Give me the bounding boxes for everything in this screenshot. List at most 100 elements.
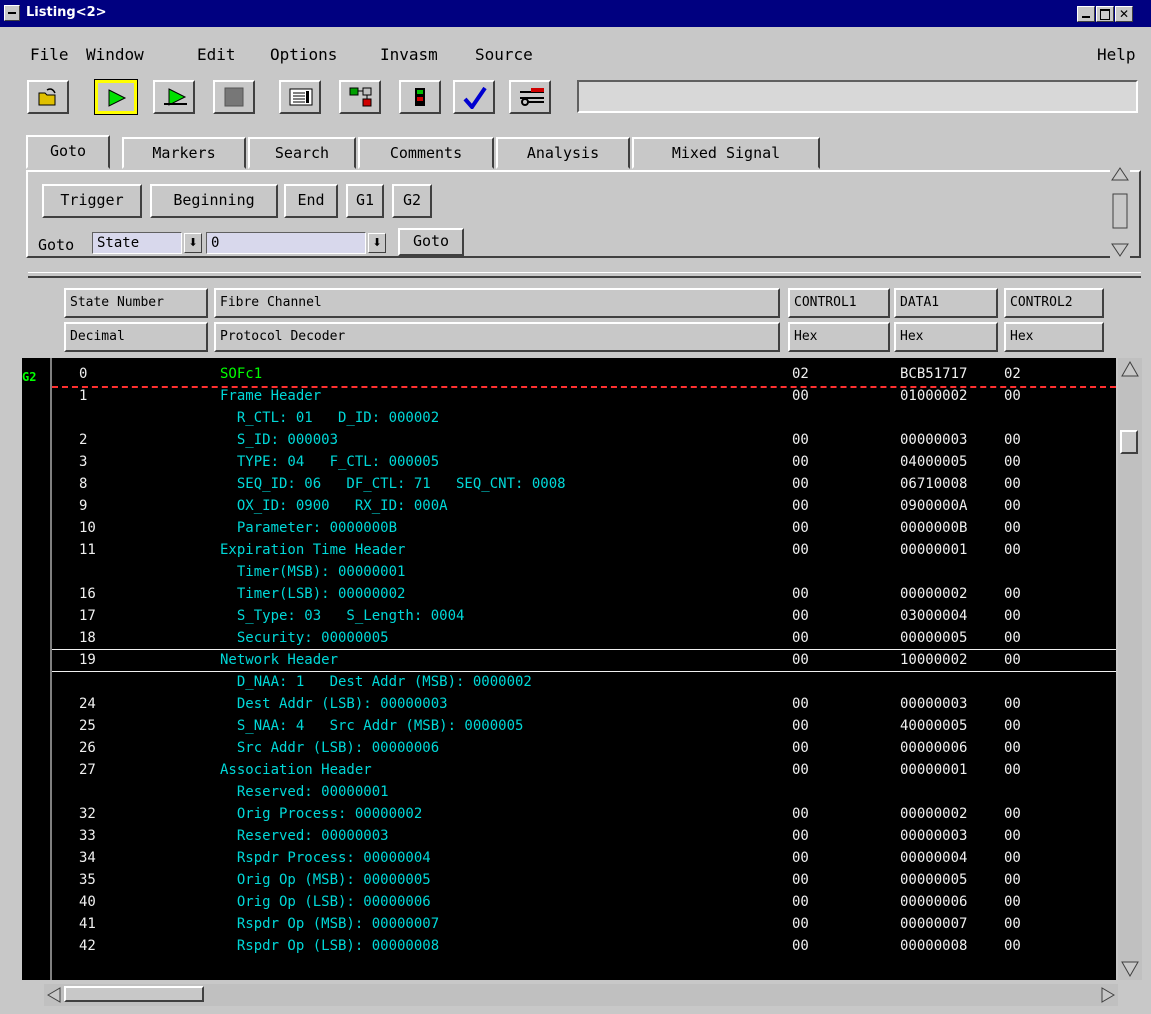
data1-cell: 01000002 — [900, 388, 968, 404]
control1-cell: 00 — [792, 828, 809, 844]
menu-edit[interactable]: Edit — [197, 45, 236, 64]
run-button[interactable] — [94, 79, 138, 115]
listing-button[interactable] — [279, 80, 321, 114]
network-button[interactable] — [339, 80, 381, 114]
listing-row[interactable]: 24 Dest Addr (LSB): 00000003 00 00000003 00 — [54, 693, 1116, 715]
column-base-state-number[interactable]: Decimal — [64, 322, 208, 352]
vertical-scroll-thumb[interactable] — [1120, 430, 1138, 454]
column-base-fibre-channel[interactable]: Protocol Decoder — [214, 322, 780, 352]
listing-row[interactable]: 8 SEQ_ID: 06 DF_CTL: 71 SEQ_CNT: 0008 00 0… — [54, 473, 1116, 495]
listing-area[interactable]: G2 0 SOFc1 02 BCB51717 02 1 Frame Header 00 0100… — [22, 358, 1116, 980]
tab-goto[interactable]: Goto — [26, 135, 110, 169]
listing-row[interactable]: 11 Expiration Time Header 00 00000001 00 — [54, 539, 1116, 561]
listing-row[interactable]: 41 Rspdr Op (MSB): 00000007 00 00000007 00 — [54, 913, 1116, 935]
menu-invasm[interactable]: Invasm — [380, 45, 438, 64]
column-base-control1[interactable]: Hex — [788, 322, 890, 352]
control2-cell: 00 — [1004, 718, 1021, 734]
listing-row[interactable]: Reserved: 00000001 — [54, 781, 1116, 803]
pane-splitter[interactable] — [0, 268, 1151, 280]
menu-source[interactable]: Source — [475, 45, 533, 64]
beginning-button[interactable]: Beginning — [150, 184, 278, 218]
trigger-button[interactable]: Trigger — [42, 184, 142, 218]
check-button[interactable] — [453, 80, 495, 114]
g2-button[interactable]: G2 — [392, 184, 432, 218]
menu-help[interactable]: Help — [1097, 45, 1136, 64]
horizontal-scroll-thumb[interactable] — [64, 986, 204, 1002]
system-menu-button[interactable] — [4, 5, 20, 21]
listing-row[interactable]: 19 Network Header 00 10000002 00 — [54, 649, 1116, 671]
end-button[interactable]: End — [284, 184, 338, 218]
listing-row[interactable]: D_NAA: 1 Dest Addr (MSB): 0000002 — [54, 671, 1116, 693]
column-header-data1[interactable]: DATA1 — [894, 288, 998, 318]
menu-window[interactable]: Window — [86, 45, 144, 64]
listing-row[interactable]: 26 Src Addr (LSB): 00000006 00 00000006 00 — [54, 737, 1116, 759]
goto-button[interactable]: Goto — [398, 228, 464, 256]
tab-comments[interactable]: Comments — [358, 137, 494, 169]
column-header-control2[interactable]: CONTROL2 — [1004, 288, 1104, 318]
listing-vertical-scrollbar[interactable] — [1118, 358, 1142, 980]
stop-button[interactable] — [213, 80, 255, 114]
listing-row[interactable]: 42 Rspdr Op (LSB): 00000008 00 00000008 00 — [54, 935, 1116, 957]
listing-row[interactable]: 34 Rspdr Process: 00000004 00 00000004 00 — [54, 847, 1116, 869]
data1-cell: 0000000B — [900, 520, 968, 536]
listing-row[interactable]: Timer(MSB): 00000001 — [54, 561, 1116, 583]
module-button[interactable] — [399, 80, 441, 114]
state-cell: 35 — [79, 872, 96, 888]
open-button[interactable] — [27, 80, 69, 114]
listing-row[interactable]: 32 Orig Process: 00000002 00 00000002 00 — [54, 803, 1116, 825]
listing-row[interactable]: 2 S_ID: 000003 00 00000003 00 — [54, 429, 1116, 451]
close-button[interactable] — [1115, 6, 1133, 22]
decode-cell: OX_ID: 0900 RX_ID: 000A — [220, 498, 448, 514]
goto-type-select[interactable]: State — [92, 232, 182, 254]
state-cell: 34 — [79, 850, 96, 866]
column-header-fibre-channel[interactable]: Fibre Channel — [214, 288, 780, 318]
listing-horizontal-scrollbar[interactable] — [44, 984, 1118, 1006]
stop-icon — [224, 87, 244, 107]
data1-cell: 0900000A — [900, 498, 968, 514]
tools-button[interactable] — [509, 80, 551, 114]
panel-scrollbar[interactable] — [1110, 166, 1130, 258]
open-folder-icon — [38, 88, 56, 106]
listing-row[interactable]: 10 Parameter: 0000000B 00 0000000B 00 — [54, 517, 1116, 539]
menu-options[interactable]: Options — [270, 45, 337, 64]
scroll-down-arrow-icon[interactable] — [1120, 960, 1140, 978]
scroll-left-arrow-icon[interactable] — [46, 986, 62, 1004]
menu-file[interactable]: File — [30, 45, 69, 64]
column-base-data1[interactable]: Hex — [894, 322, 998, 352]
type-dropdown-arrow-icon[interactable]: ⬇ — [184, 233, 202, 253]
scroll-right-arrow-icon[interactable] — [1100, 986, 1116, 1004]
minimize-button[interactable] — [1077, 6, 1095, 22]
listing-row[interactable]: 35 Orig Op (MSB): 00000005 00 00000005 00 — [54, 869, 1116, 891]
column-header-state-number[interactable]: State Number — [64, 288, 208, 318]
maximize-button[interactable] — [1096, 6, 1114, 22]
column-base-control2[interactable]: Hex — [1004, 322, 1104, 352]
goto-value-input[interactable]: 0 — [206, 232, 366, 254]
state-cell: 42 — [79, 938, 96, 954]
listing-row[interactable]: 9 OX_ID: 0900 RX_ID: 000A 00 0900000A 00 — [54, 495, 1116, 517]
listing-row[interactable]: 16 Timer(LSB): 00000002 00 00000002 00 — [54, 583, 1116, 605]
listing-row[interactable]: 27 Association Header 00 00000001 00 — [54, 759, 1116, 781]
control2-cell: 02 — [1004, 366, 1021, 382]
listing-row[interactable]: 3 TYPE: 04 F_CTL: 000005 00 04000005 00 — [54, 451, 1116, 473]
data1-cell: 00000005 — [900, 630, 968, 646]
listing-row[interactable]: 1 Frame Header 00 01000002 00 — [54, 385, 1116, 407]
column-header-control1[interactable]: CONTROL1 — [788, 288, 890, 318]
scroll-up-arrow-icon[interactable] — [1120, 360, 1140, 378]
listing-row[interactable]: 33 Reserved: 00000003 00 00000003 00 — [54, 825, 1116, 847]
goto-panel: Goto Markers Search Comments Analysis Mi… — [10, 130, 1141, 270]
g1-button[interactable]: G1 — [346, 184, 384, 218]
value-dropdown-arrow-icon[interactable]: ⬇ — [368, 233, 386, 253]
listing-row[interactable]: 40 Orig Op (LSB): 00000006 00 00000006 00 — [54, 891, 1116, 913]
run-repetitive-button[interactable] — [153, 80, 195, 114]
listing-row[interactable]: 0 SOFc1 02 BCB51717 02 — [54, 363, 1116, 385]
tab-mixed-signal[interactable]: Mixed Signal — [632, 137, 820, 169]
listing-row[interactable]: 17 S_Type: 03 S_Length: 0004 00 03000004 00 — [54, 605, 1116, 627]
tab-markers[interactable]: Markers — [122, 137, 246, 169]
listing-row[interactable]: R_CTL: 01 D_ID: 000002 — [54, 407, 1116, 429]
listing-row[interactable]: 18 Security: 00000005 00 00000005 00 — [54, 627, 1116, 649]
tab-analysis[interactable]: Analysis — [496, 137, 630, 169]
listing-row[interactable]: 25 S_NAA: 4 Src Addr (MSB): 0000005 00 400… — [54, 715, 1116, 737]
tab-search[interactable]: Search — [248, 137, 356, 169]
window-title: Listing<2> — [26, 5, 107, 20]
state-cell: 24 — [79, 696, 96, 712]
